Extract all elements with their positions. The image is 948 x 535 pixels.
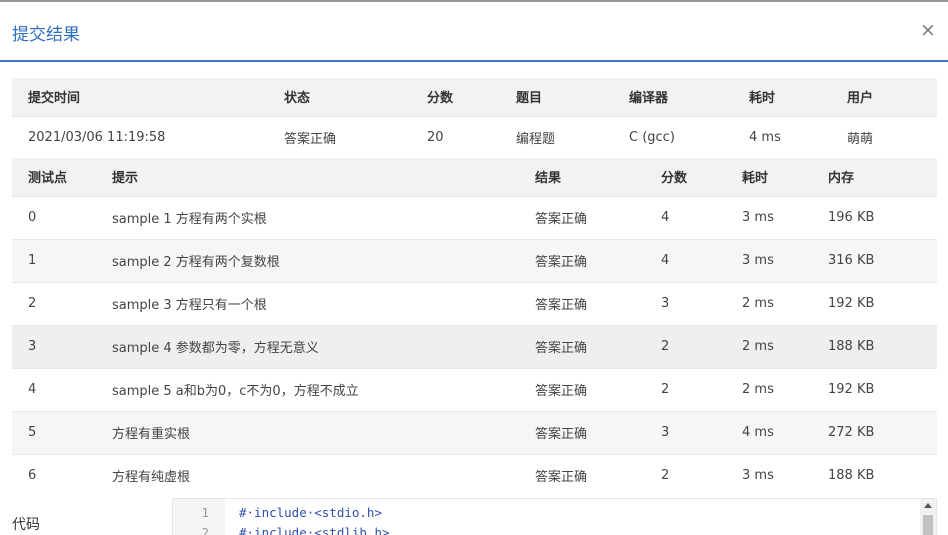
column-header: 用户 <box>847 91 874 107</box>
submission-summary-table: 提交时间 状态 分数 题目 编译器 耗时 用户 2021/03/06 11:19… <box>12 78 937 158</box>
code-line: 1 #·include·<stdio.h> <box>173 505 918 523</box>
test-id: 3 <box>12 324 112 368</box>
submit-time: 2021/03/06 11:19:58 <box>12 115 284 158</box>
test-result: 答案正确 <box>535 281 661 325</box>
test-memory: 192 KB <box>828 367 937 411</box>
column-header: 内存 <box>828 171 855 187</box>
test-score: 4 <box>661 195 742 239</box>
test-hint: sample 4 参数都为零，方程无意义 <box>112 324 535 368</box>
code-line: 2 #·include·<stdlib.h> <box>173 525 918 535</box>
column-header: 提示 <box>112 171 139 187</box>
table-header-row: 提交时间 状态 分数 题目 编译器 耗时 用户 <box>12 78 937 116</box>
column-header: 题目 <box>516 91 543 107</box>
test-time: 2 ms <box>742 324 828 368</box>
column-header: 提交时间 <box>28 91 81 107</box>
test-memory: 272 KB <box>828 410 937 454</box>
test-time: 3 ms <box>742 453 828 497</box>
test-hint: 方程有纯虚根 <box>112 453 535 497</box>
test-hint: sample 1 方程有两个实根 <box>112 195 535 239</box>
dialog-header: 提交结果 × <box>0 0 948 62</box>
test-result: 答案正确 <box>535 238 661 282</box>
code-text: #·include·<stdlib.h> <box>239 525 390 535</box>
user-link[interactable]: 萌萌 <box>847 115 937 158</box>
column-header: 状态 <box>284 91 311 107</box>
test-hint: 方程有重实根 <box>112 410 535 454</box>
time-used: 4 ms <box>749 115 847 158</box>
test-result: 答案正确 <box>535 367 661 411</box>
test-time: 4 ms <box>742 410 828 454</box>
test-id: 1 <box>12 238 112 282</box>
test-score: 3 <box>661 410 742 454</box>
status-badge: 答案正确 <box>284 115 427 158</box>
test-result: 答案正确 <box>535 410 661 454</box>
test-hint: sample 3 方程只有一个根 <box>112 281 535 325</box>
test-score: 2 <box>661 324 742 368</box>
test-score: 2 <box>661 367 742 411</box>
test-hint: sample 5 a和b为0，c不为0，方程不成立 <box>112 367 535 411</box>
table-row: 5 方程有重实根 答案正确 3 4 ms 272 KB <box>12 410 937 454</box>
column-header: 分数 <box>661 171 688 187</box>
table-row: 2 sample 3 方程只有一个根 答案正确 3 2 ms 192 KB <box>12 281 937 325</box>
table-row: 1 sample 2 方程有两个复数根 答案正确 4 3 ms 316 KB <box>12 238 937 282</box>
test-id: 2 <box>12 281 112 325</box>
compiler: C (gcc) <box>629 115 749 158</box>
test-time: 3 ms <box>742 238 828 282</box>
line-number: 1 <box>201 505 209 520</box>
test-cases-table: 测试点 提示 结果 分数 耗时 内存 0 sample 1 方程有两个实根 答案… <box>12 158 937 497</box>
table-row: 4 sample 5 a和b为0，c不为0，方程不成立 答案正确 2 2 ms … <box>12 367 937 411</box>
test-hint: sample 2 方程有两个复数根 <box>112 238 535 282</box>
test-time: 2 ms <box>742 367 828 411</box>
scroll-up-icon[interactable] <box>924 503 932 508</box>
score: 20 <box>427 115 516 158</box>
test-score: 4 <box>661 238 742 282</box>
test-id: 5 <box>12 410 112 454</box>
code-editor[interactable]: 1 #·include·<stdio.h> 2 #·include·<stdli… <box>172 498 937 535</box>
column-header: 结果 <box>535 171 562 187</box>
code-text: #·include·<stdio.h> <box>239 505 382 520</box>
close-icon[interactable]: × <box>920 20 936 40</box>
test-memory: 316 KB <box>828 238 937 282</box>
table-row: 2021/03/06 11:19:58 答案正确 20 编程题 C (gcc) … <box>12 115 937 158</box>
column-header: 耗时 <box>742 171 769 187</box>
test-result: 答案正确 <box>535 195 661 239</box>
test-memory: 192 KB <box>828 281 937 325</box>
test-result: 答案正确 <box>535 453 661 497</box>
vertical-scrollbar[interactable] <box>920 499 936 535</box>
test-time: 3 ms <box>742 195 828 239</box>
test-id: 6 <box>12 453 112 497</box>
test-score: 2 <box>661 453 742 497</box>
scroll-thumb[interactable] <box>923 515 933 535</box>
dialog-title: 提交结果 <box>12 25 80 45</box>
table-row: 6 方程有纯虚根 答案正确 2 3 ms 188 KB <box>12 453 937 497</box>
line-number: 2 <box>201 525 209 535</box>
test-id: 0 <box>12 195 112 239</box>
column-header: 测试点 <box>28 171 68 187</box>
test-time: 2 ms <box>742 281 828 325</box>
test-memory: 196 KB <box>828 195 937 239</box>
column-header: 编译器 <box>629 91 669 107</box>
problem-link[interactable]: 编程题 <box>516 115 629 158</box>
table-row: 3 sample 4 参数都为零，方程无意义 答案正确 2 2 ms 188 K… <box>12 324 937 368</box>
code-label: 代码 <box>12 517 40 533</box>
test-memory: 188 KB <box>828 324 937 368</box>
table-header-row: 测试点 提示 结果 分数 耗时 内存 <box>12 158 937 196</box>
test-memory: 188 KB <box>828 453 937 497</box>
column-header: 分数 <box>427 91 454 107</box>
test-result: 答案正确 <box>535 324 661 368</box>
test-id: 4 <box>12 367 112 411</box>
table-row: 0 sample 1 方程有两个实根 答案正确 4 3 ms 196 KB <box>12 195 937 239</box>
test-score: 3 <box>661 281 742 325</box>
column-header: 耗时 <box>749 91 776 107</box>
